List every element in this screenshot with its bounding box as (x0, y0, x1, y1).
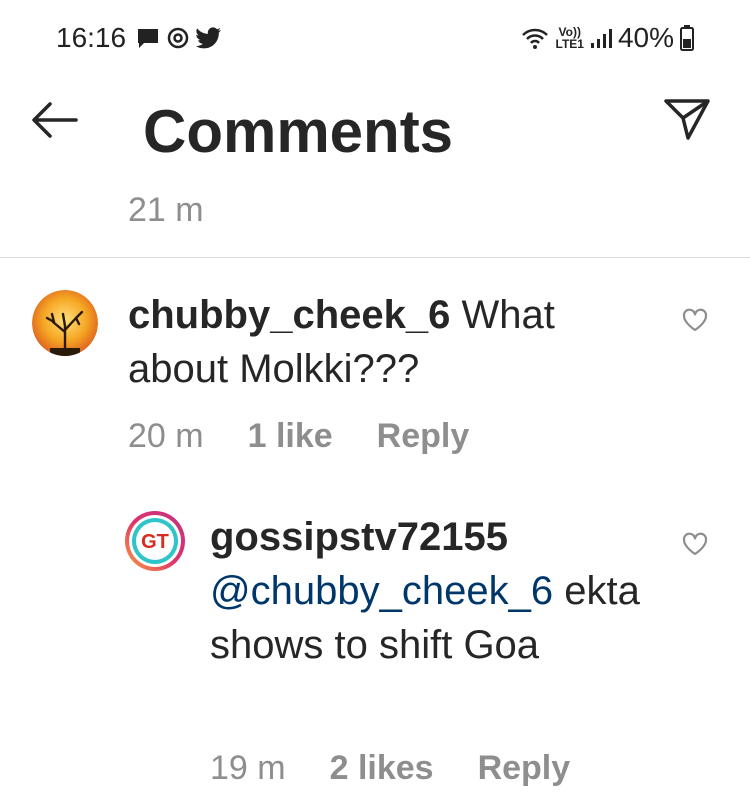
comment-meta: 19 m 2 likes Reply (210, 746, 570, 790)
page-title: Comments (143, 98, 454, 165)
avatar[interactable] (32, 290, 98, 356)
avatar-image (32, 290, 98, 356)
comment-mention[interactable]: @chubby_cheek_6 (210, 569, 553, 613)
heart-icon[interactable] (682, 308, 708, 332)
signal-icon (590, 29, 612, 48)
comment-username[interactable]: chubby_cheek_6 (128, 293, 450, 337)
likes-count[interactable]: 1 like (248, 414, 333, 458)
threads-icon (167, 27, 189, 49)
comment-body: chubby_cheek_6 What about Molkki??? (128, 288, 648, 396)
volte-indicator: Vo)) LTE1 (556, 26, 584, 50)
comment-meta: 20 m 1 like Reply (128, 414, 469, 458)
comment-time: 19 m (210, 749, 286, 787)
heart-icon[interactable] (682, 532, 708, 556)
twitter-icon (196, 27, 221, 49)
status-indicators: Vo)) LTE1 40% (520, 20, 694, 56)
avatar-image: GT (125, 511, 185, 571)
status-time: 16:16 (56, 22, 127, 53)
message-icon (138, 29, 158, 48)
battery-percent: 40% (617, 22, 674, 53)
divider (0, 257, 750, 258)
reply-button[interactable]: Reply (377, 414, 470, 458)
lte-label: LTE1 (555, 37, 584, 51)
reply-button[interactable]: Reply (478, 746, 571, 790)
battery-icon (680, 25, 694, 51)
comment-time: 20 m (128, 417, 204, 455)
wifi-icon (521, 28, 548, 49)
likes-count[interactable]: 2 likes (330, 746, 434, 790)
notification-icons (136, 26, 222, 50)
comment-username[interactable]: gossipstv72155 (210, 515, 508, 559)
caption-timestamp: 21 m (128, 191, 204, 229)
avatar-logo-text: GT (141, 531, 169, 553)
comment-body: gossipstv72155 @chubby_cheek_6 ekta show… (210, 510, 650, 672)
back-arrow-icon[interactable] (30, 100, 78, 140)
avatar[interactable]: GT (124, 510, 186, 572)
send-icon[interactable] (662, 96, 712, 142)
